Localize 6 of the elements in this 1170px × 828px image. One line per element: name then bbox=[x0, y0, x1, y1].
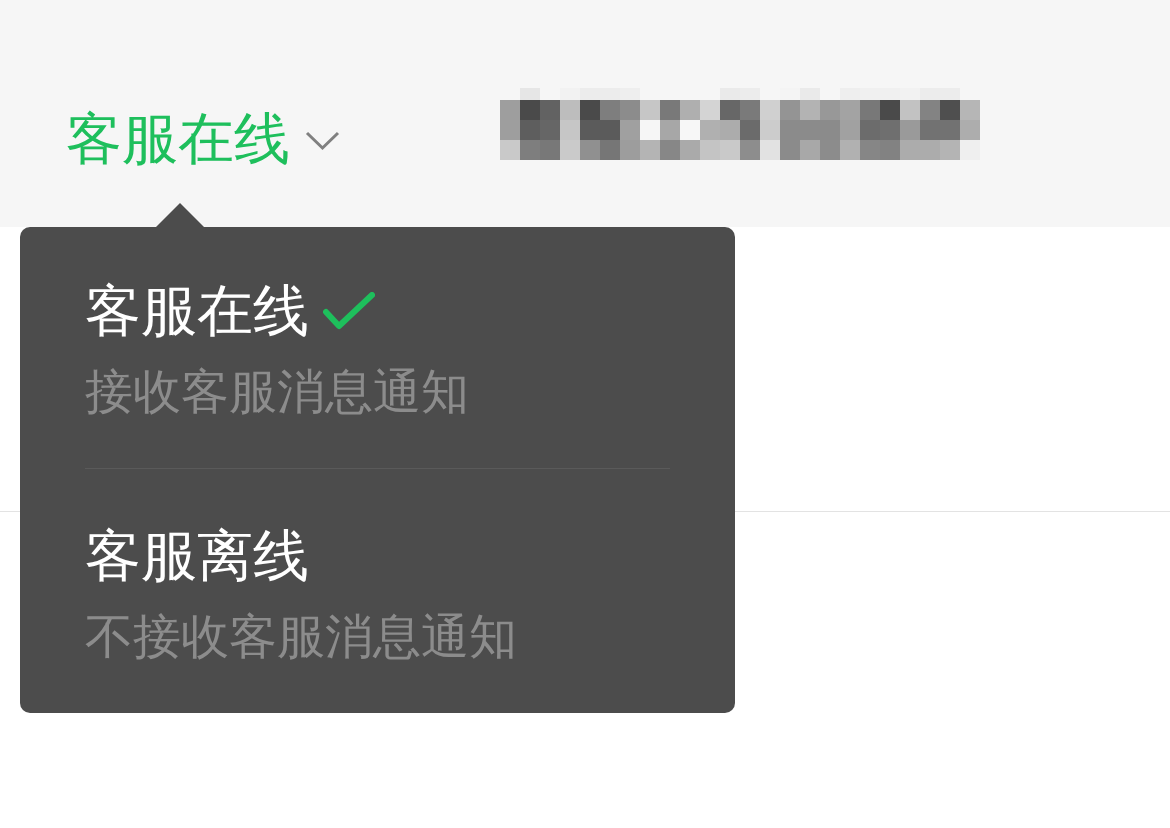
status-option[interactable]: 客服在线 bbox=[85, 277, 375, 344]
option-description: 不接收客服消息通知 bbox=[85, 607, 517, 665]
checkmark-icon bbox=[323, 291, 375, 330]
option-description: 接收客服消息通知 bbox=[85, 362, 469, 420]
chevron-down-icon bbox=[305, 130, 340, 151]
status-option[interactable]: 客服离线 bbox=[85, 522, 309, 589]
